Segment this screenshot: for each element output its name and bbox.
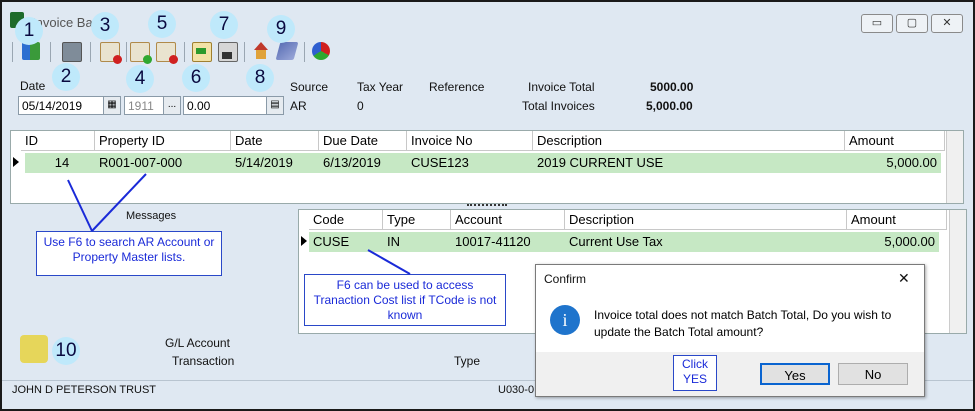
note-click-yes: Click YES (673, 355, 717, 391)
dialog-message: Invoice total does not match Batch Total… (594, 308, 892, 339)
no-button[interactable]: No (838, 363, 908, 385)
transaction-label: Transaction (172, 354, 235, 368)
yes-button[interactable]: Yes (760, 363, 830, 385)
status-code: U030-0 (498, 384, 535, 396)
dialog-title: Confirm (544, 272, 587, 286)
confirm-dialog: Confirm ✕ i Invoice total does not match… (535, 264, 925, 397)
dialog-footer: Yes No (536, 352, 924, 396)
info-icon: i (550, 305, 580, 335)
invoice-batch-window: Invoice Batch ▭ ▢ ✕ 1 2 3 4 5 6 7 8 9 10… (0, 0, 975, 411)
gl-account-label: G/L Account (165, 336, 230, 350)
type-label: Type (454, 354, 481, 368)
notes-icon[interactable] (20, 335, 48, 363)
dialog-close-button[interactable]: ✕ (898, 270, 910, 287)
status-owner: JOHN D PETERSON TRUST (12, 384, 157, 396)
